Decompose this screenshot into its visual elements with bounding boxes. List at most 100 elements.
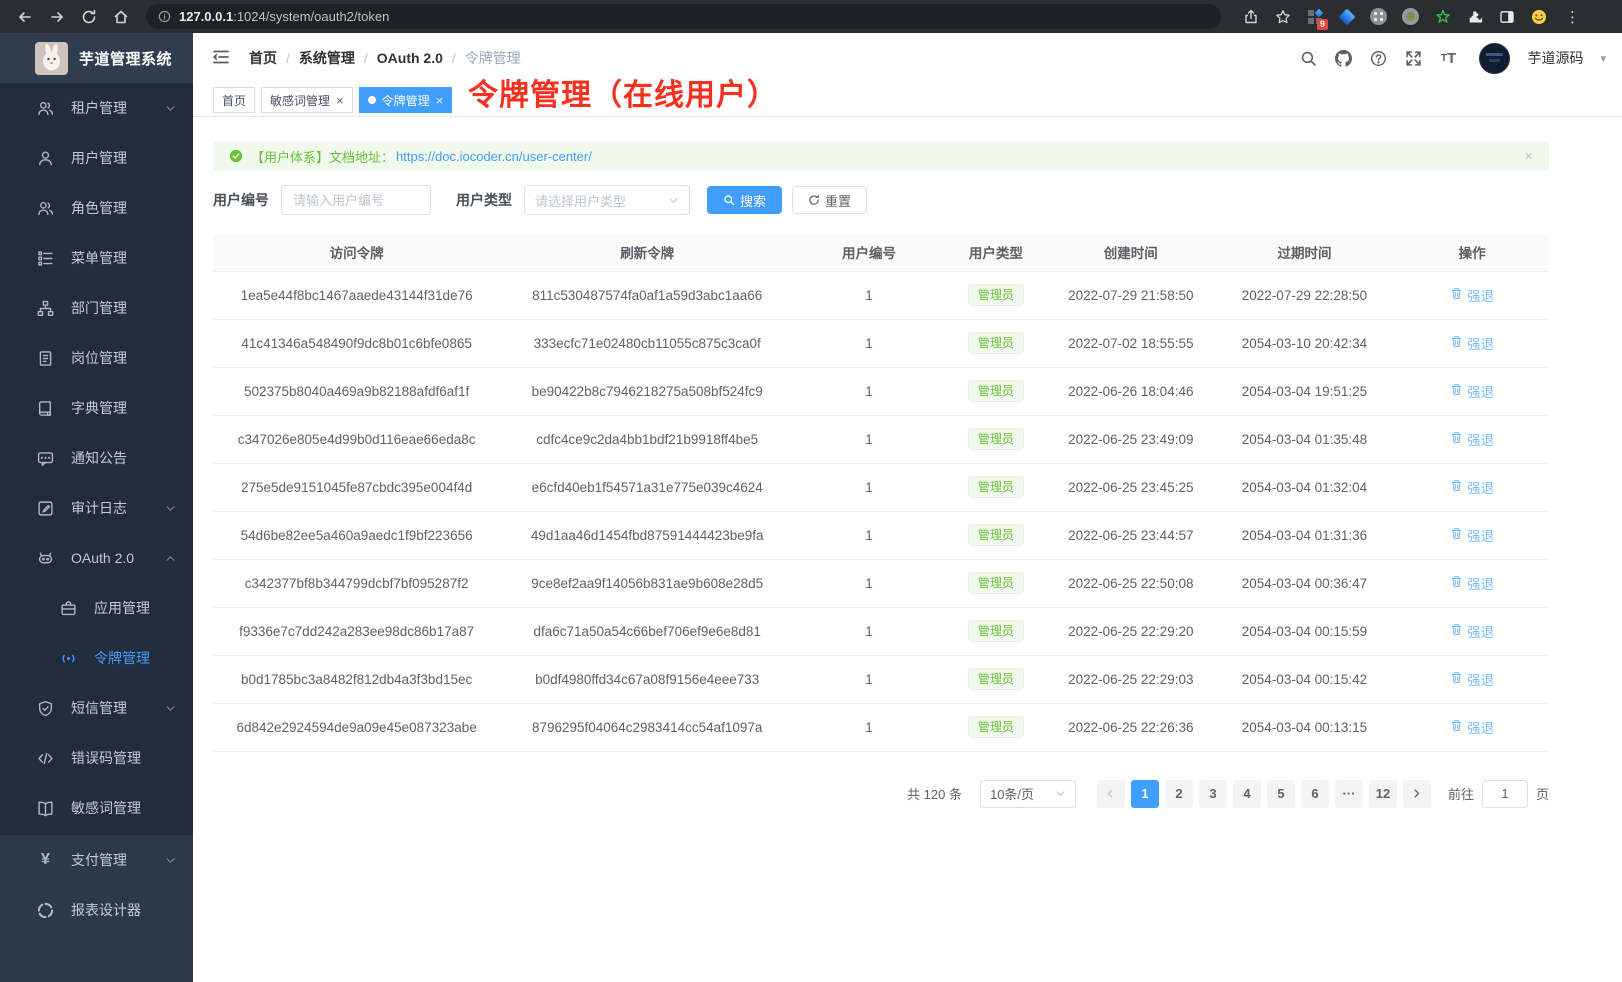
sidebar-item-role[interactable]: 角色管理 bbox=[0, 183, 193, 233]
prev-page-button[interactable] bbox=[1097, 780, 1125, 808]
table-row: c342377bf8b344799dcbf7bf095287f29ce8ef2a… bbox=[213, 559, 1549, 607]
reset-refresh-icon bbox=[808, 194, 820, 206]
cell-user-id: 1 bbox=[794, 511, 944, 559]
user-type-badge: 管理员 bbox=[968, 428, 1024, 450]
sidebar-item-user[interactable]: 用户管理 bbox=[0, 133, 193, 183]
force-logout-button[interactable]: 强退 bbox=[1450, 717, 1494, 737]
font-size-icon[interactable]: TT bbox=[1438, 48, 1458, 68]
force-logout-label: 强退 bbox=[1467, 429, 1494, 449]
sidebar-item-dict[interactable]: 字典管理 bbox=[0, 383, 193, 433]
alert-text: 【用户体系】文档地址： bbox=[251, 147, 394, 166]
post-badge-icon bbox=[37, 350, 54, 367]
force-logout-button[interactable]: 强退 bbox=[1450, 477, 1494, 497]
force-logout-button[interactable]: 强退 bbox=[1450, 573, 1494, 593]
force-logout-button[interactable]: 强退 bbox=[1450, 285, 1494, 305]
page-button-6[interactable]: 6 bbox=[1301, 780, 1329, 808]
extension-clover-icon[interactable] bbox=[1369, 7, 1388, 26]
chevron-down-icon bbox=[165, 855, 176, 866]
share-icon[interactable] bbox=[1241, 7, 1260, 26]
breadcrumb-item[interactable]: 首页 bbox=[249, 48, 277, 68]
fullscreen-icon[interactable] bbox=[1403, 48, 1423, 68]
breadcrumb-item[interactable]: 系统管理 bbox=[299, 48, 355, 68]
forward-icon[interactable] bbox=[44, 4, 70, 30]
sidebar-item-audit[interactable]: 审计日志 bbox=[0, 483, 193, 533]
user-type-select[interactable]: 请选择用户类型 bbox=[524, 185, 690, 215]
reset-button[interactable]: 重置 bbox=[792, 186, 867, 214]
goto-page-input[interactable] bbox=[1482, 780, 1528, 808]
back-icon[interactable] bbox=[12, 4, 38, 30]
tab-home[interactable]: 首页 bbox=[213, 87, 255, 113]
sidebar-item-report[interactable]: 报表设计器 bbox=[0, 885, 193, 935]
table-row: 502375b8040a469a9b82188afdf6af1fbe90422b… bbox=[213, 367, 1549, 415]
page-button-3[interactable]: 3 bbox=[1199, 780, 1227, 808]
reload-icon[interactable] bbox=[76, 4, 102, 30]
extension-sidepanel-icon[interactable] bbox=[1497, 7, 1516, 26]
cell-access-token: 275e5de9151045fe87cbdc395e004f4d bbox=[213, 463, 500, 511]
notice-bubble-icon bbox=[37, 450, 54, 467]
force-logout-button[interactable]: 强退 bbox=[1450, 621, 1494, 641]
sidebar-item-sensitive[interactable]: 敏感词管理 bbox=[0, 783, 193, 833]
page-button-5[interactable]: 5 bbox=[1267, 780, 1295, 808]
alert-close-icon[interactable]: × bbox=[1524, 148, 1533, 165]
user-id-input[interactable] bbox=[281, 185, 431, 215]
cell-action: 强退 bbox=[1395, 463, 1549, 511]
page-button-1[interactable]: 1 bbox=[1131, 780, 1159, 808]
force-logout-button[interactable]: 强退 bbox=[1450, 669, 1494, 689]
trash-icon bbox=[1450, 719, 1463, 735]
force-logout-button[interactable]: 强退 bbox=[1450, 525, 1494, 545]
bookmark-star-icon[interactable] bbox=[1273, 7, 1292, 26]
sidebar-item-errcode[interactable]: 错误码管理 bbox=[0, 733, 193, 783]
breadcrumb-item[interactable]: OAuth 2.0 bbox=[377, 50, 443, 66]
page-button-2[interactable]: 2 bbox=[1165, 780, 1193, 808]
force-logout-button[interactable]: 强退 bbox=[1450, 381, 1494, 401]
sidebar-item-pay[interactable]: ¥支付管理 bbox=[0, 835, 193, 885]
tab-close-icon[interactable]: × bbox=[436, 94, 444, 107]
sidebar-item-tenant[interactable]: 租户管理 bbox=[0, 83, 193, 133]
search-icon[interactable] bbox=[1298, 48, 1318, 68]
page-button-4[interactable]: 4 bbox=[1233, 780, 1261, 808]
table-column-header: 刷新令牌 bbox=[500, 234, 794, 271]
extension-blocks-icon[interactable]: 9 bbox=[1305, 7, 1324, 26]
extension-puzzle-icon[interactable] bbox=[1465, 7, 1484, 26]
sidebar-item-menu[interactable]: 菜单管理 bbox=[0, 233, 193, 283]
force-logout-button[interactable]: 强退 bbox=[1450, 429, 1494, 449]
sidebar-item-oauth2[interactable]: OAuth 2.0 bbox=[0, 533, 193, 583]
cell-refresh-token: b0df4980ffd34c67a08f9156e4eee733 bbox=[500, 655, 794, 703]
sidebar-item-label: 部门管理 bbox=[71, 298, 127, 318]
sidebar-item-post[interactable]: 岗位管理 bbox=[0, 333, 193, 383]
user-avatar[interactable] bbox=[1479, 43, 1510, 74]
sidebar-item-oauth2-app[interactable]: 应用管理 bbox=[0, 583, 193, 633]
tab-token[interactable]: 令牌管理× bbox=[359, 87, 453, 113]
home-icon[interactable] bbox=[108, 4, 134, 30]
next-page-button[interactable] bbox=[1403, 780, 1431, 808]
site-info-icon[interactable] bbox=[158, 10, 171, 23]
extension-star-icon[interactable] bbox=[1433, 7, 1452, 26]
tab-close-icon[interactable]: × bbox=[336, 94, 344, 107]
cell-refresh-token: e6cfd40eb1f54571a31e775e039c4624 bbox=[500, 463, 794, 511]
help-icon[interactable] bbox=[1368, 48, 1388, 68]
profile-emoji-icon[interactable] bbox=[1529, 7, 1548, 26]
user-name[interactable]: 芋道源码 bbox=[1527, 48, 1583, 68]
extension-circle-icon[interactable] bbox=[1401, 7, 1420, 26]
user-type-badge: 管理员 bbox=[968, 476, 1024, 498]
sidebar-item-dept[interactable]: 部门管理 bbox=[0, 283, 193, 333]
sidebar-item-label: OAuth 2.0 bbox=[71, 550, 134, 566]
page-size-select[interactable]: 10条/页 bbox=[980, 780, 1076, 808]
browser-menu-icon[interactable]: ⋮ bbox=[1561, 7, 1580, 26]
address-bar[interactable]: 127.0.0.1:1024/system/oauth2/token bbox=[146, 4, 1221, 29]
sidebar-fold-icon[interactable] bbox=[211, 47, 233, 69]
sidebar-item-oauth2-token[interactable]: 令牌管理 bbox=[0, 633, 193, 683]
alert-doc-link[interactable]: https://doc.iocoder.cn/user-center/ bbox=[396, 149, 592, 164]
sidebar-item-sms[interactable]: 短信管理 bbox=[0, 683, 193, 733]
page-button-12[interactable]: 12 bbox=[1369, 780, 1397, 808]
tab-sensitive-word[interactable]: 敏感词管理× bbox=[261, 87, 353, 113]
extension-diamond-icon[interactable] bbox=[1337, 7, 1356, 26]
chevron-down-icon[interactable]: ▾ bbox=[1600, 52, 1606, 65]
page-ellipsis-button[interactable]: ··· bbox=[1335, 780, 1363, 808]
app-logo[interactable]: 芋道管理系统 bbox=[0, 33, 193, 83]
force-logout-label: 强退 bbox=[1467, 573, 1494, 593]
force-logout-button[interactable]: 强退 bbox=[1450, 333, 1494, 353]
github-icon[interactable] bbox=[1333, 48, 1353, 68]
search-button[interactable]: 搜索 bbox=[707, 186, 782, 214]
sidebar-item-notice[interactable]: 通知公告 bbox=[0, 433, 193, 483]
